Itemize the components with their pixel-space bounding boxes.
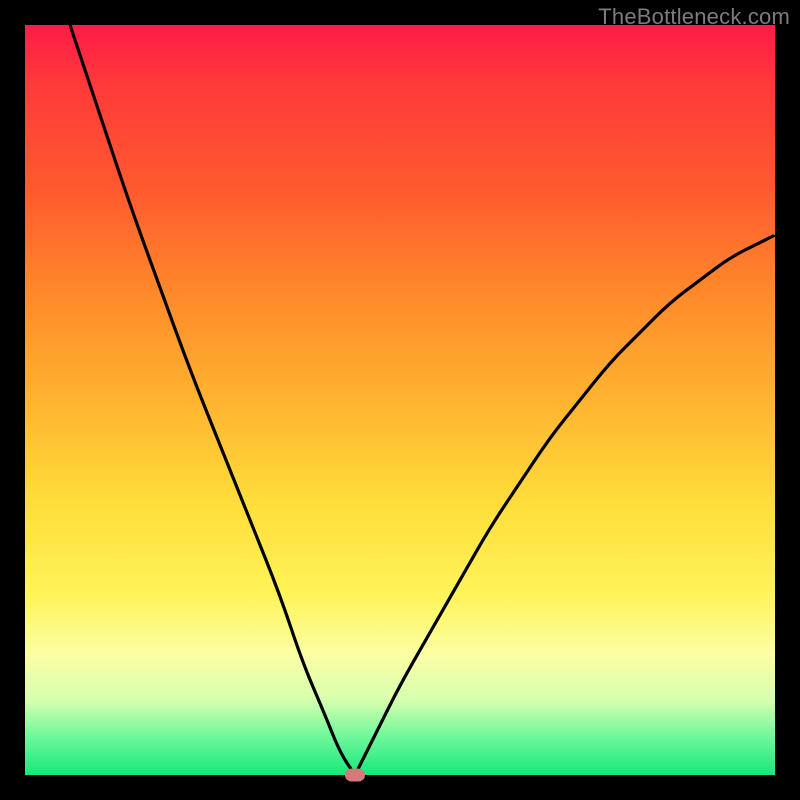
curve-path	[70, 25, 775, 775]
plot-area	[25, 25, 775, 775]
chart-stage: TheBottleneck.com	[0, 0, 800, 800]
minimum-marker	[345, 769, 365, 782]
bottleneck-curve	[25, 25, 775, 775]
